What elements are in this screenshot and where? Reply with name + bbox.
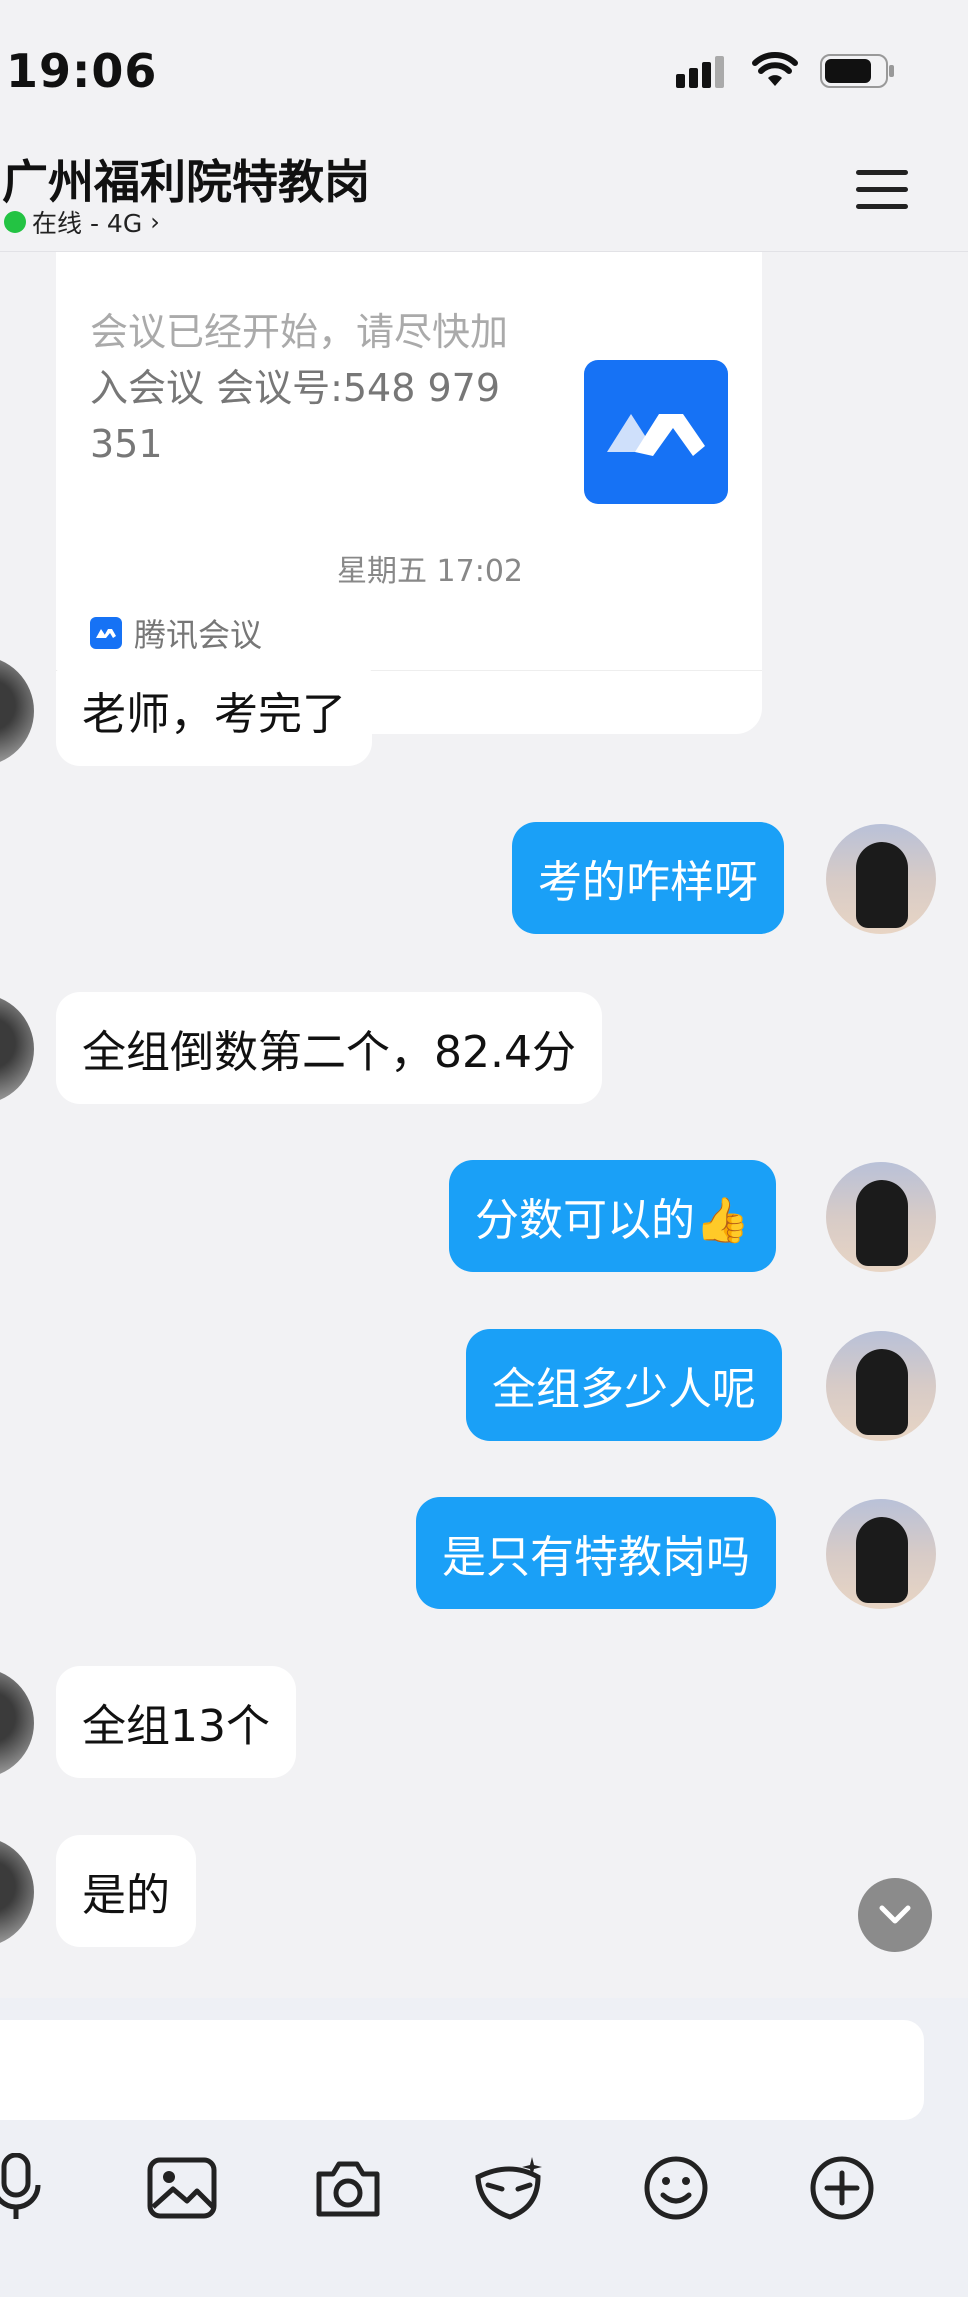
- message-input[interactable]: [0, 2020, 924, 2120]
- status-time: 19:06: [6, 44, 158, 98]
- my-avatar[interactable]: [826, 1162, 936, 1272]
- message-bubble-incoming[interactable]: 全组13个: [56, 1666, 296, 1778]
- face-mask-icon[interactable]: [470, 2148, 550, 2228]
- emoji-icon[interactable]: [636, 2148, 716, 2228]
- meeting-card-text-partial: 会议已经开始，请尽快加: [90, 310, 509, 354]
- menu-icon[interactable]: [856, 170, 908, 214]
- message-list[interactable]: 会议已经开始，请尽快加 入会议 会议号:548 979 351 腾讯会议 星期五…: [0, 252, 968, 1998]
- microphone-icon[interactable]: [0, 2148, 56, 2228]
- contact-avatar[interactable]: [0, 656, 34, 766]
- cellular-signal-icon: [676, 54, 736, 92]
- message-bubble-outgoing[interactable]: 分数可以的👍: [449, 1160, 776, 1272]
- meeting-card-text-main: 入会议 会议号:548 979 351: [90, 366, 501, 466]
- message-bubble-outgoing[interactable]: 考的咋样呀: [512, 822, 784, 934]
- online-status[interactable]: 在线 - 4G ›: [4, 204, 160, 240]
- scroll-to-bottom-button[interactable]: [858, 1878, 932, 1952]
- my-avatar[interactable]: [826, 1331, 936, 1441]
- contact-avatar[interactable]: [0, 994, 34, 1104]
- composer: [0, 1998, 968, 2297]
- status-bar: 19:06: [0, 0, 968, 120]
- contact-avatar[interactable]: [0, 1668, 34, 1778]
- chevron-down-icon: [879, 1905, 911, 1924]
- my-avatar[interactable]: [826, 824, 936, 934]
- composer-toolbar: [0, 2148, 968, 2268]
- message-bubble-incoming[interactable]: 全组倒数第二个，82.4分: [56, 992, 602, 1104]
- plus-icon[interactable]: [802, 2148, 882, 2228]
- message-bubble-outgoing[interactable]: 全组多少人呢: [466, 1329, 782, 1441]
- image-icon[interactable]: [142, 2148, 222, 2228]
- message-timestamp: 星期五 17:02: [337, 554, 523, 589]
- chevron-right-icon: ›: [150, 208, 160, 236]
- chat-title[interactable]: 广州福利院特教岗: [2, 146, 370, 212]
- wifi-icon: [752, 52, 798, 92]
- my-avatar[interactable]: [826, 1499, 936, 1609]
- tencent-meeting-logo-icon: [584, 360, 728, 504]
- tencent-meeting-small-icon: [90, 617, 122, 649]
- meeting-app-name: 腾讯会议: [134, 616, 263, 654]
- online-status-text: 在线 - 4G: [32, 209, 143, 238]
- message-bubble-outgoing[interactable]: 是只有特教岗吗: [416, 1497, 776, 1609]
- meeting-app-label: 腾讯会议: [90, 610, 262, 656]
- online-dot-icon: [4, 211, 26, 233]
- message-bubble-incoming[interactable]: 老师，考完了: [56, 654, 372, 766]
- message-bubble-incoming[interactable]: 是的: [56, 1835, 196, 1947]
- contact-avatar[interactable]: [0, 1837, 34, 1947]
- battery-icon: [820, 54, 896, 92]
- camera-icon[interactable]: [308, 2148, 388, 2228]
- chat-header: 广州福利院特教岗 在线 - 4G ›: [0, 120, 968, 252]
